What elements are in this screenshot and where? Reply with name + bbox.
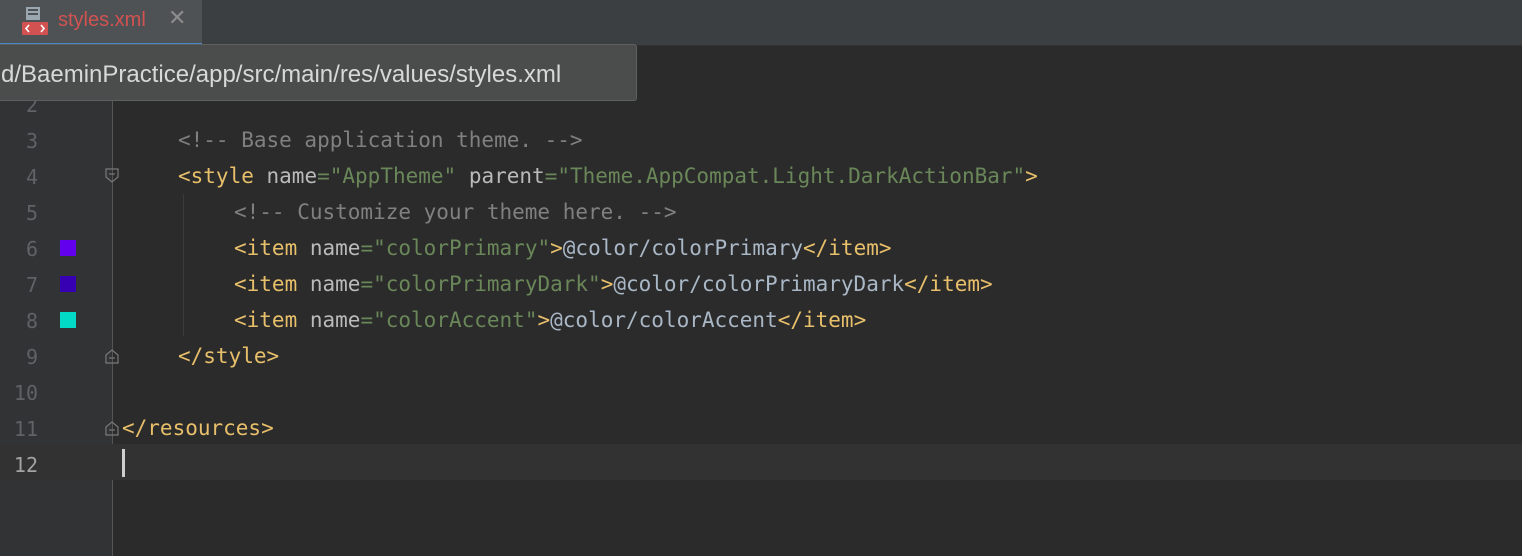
code-text: <!-- Customize your theme here. --> (234, 200, 677, 224)
xml-tag: <item (234, 272, 298, 296)
color-swatch-icon[interactable] (60, 240, 76, 256)
editor-tab-bar: styles.xml ✕ (0, 0, 1522, 46)
line-number: 4 (25, 165, 38, 189)
xml-attr: name (309, 272, 361, 296)
fold-close-icon[interactable] (105, 420, 119, 436)
xml-tag: </resources> (122, 416, 274, 440)
xml-eq: = (544, 164, 558, 188)
line-number: 12 (13, 453, 38, 477)
xml-tag: <style (178, 164, 254, 188)
line-number: 8 (25, 309, 38, 333)
line-number: 9 (25, 345, 38, 369)
code-line[interactable]: 11 </resources> (0, 410, 1522, 446)
xml-attr: name (309, 308, 361, 332)
xml-file-icon (20, 5, 50, 37)
code-line[interactable]: 7 <item name="colorPrimaryDark">@color/c… (0, 266, 1522, 302)
code-line[interactable]: 5 <!-- Customize your theme here. --> (0, 194, 1522, 230)
line-number: 5 (25, 201, 38, 225)
code-line[interactable]: 12 (0, 446, 1522, 482)
line-number: 3 (25, 129, 38, 153)
code-text: <item name="colorPrimary">@color/colorPr… (234, 236, 892, 260)
text-caret (122, 449, 125, 477)
xml-tag: </style> (178, 344, 280, 368)
code-text: </style> (178, 344, 279, 368)
code-line[interactable]: 3 <!-- Base application theme. --> (0, 122, 1522, 158)
tab-styles-xml[interactable]: styles.xml ✕ (0, 0, 202, 46)
xml-attr: parent (468, 164, 545, 188)
code-line[interactable]: 10 (0, 374, 1522, 410)
xml-eq: = (360, 272, 374, 296)
tab-label: styles.xml (58, 9, 146, 31)
code-line[interactable]: 4 <style name="AppTheme" parent="Theme.A… (0, 158, 1522, 194)
xml-text: @color/colorPrimaryDark (613, 272, 905, 296)
xml-tag: > (1025, 164, 1038, 188)
color-swatch-icon[interactable] (60, 312, 76, 328)
xml-comment: <!-- Customize your theme here. --> (234, 200, 677, 224)
line-number: 10 (13, 381, 38, 405)
code-line[interactable]: 8 <item name="colorAccent">@color/colorA… (0, 302, 1522, 338)
close-icon[interactable]: ✕ (168, 6, 186, 31)
xml-text: @color/colorAccent (550, 308, 778, 332)
code-text: <style name="AppTheme" parent="Theme.App… (178, 164, 1038, 188)
xml-text: @color/colorPrimary (562, 236, 803, 260)
xml-tag: > (600, 272, 614, 296)
line-number: 6 (25, 237, 38, 261)
xml-tag: <item (234, 308, 298, 332)
xml-value: "colorAccent" (373, 308, 538, 332)
xml-tag: </item> (777, 308, 867, 332)
code-line[interactable]: 6 <item name="colorPrimary">@color/color… (0, 230, 1522, 266)
xml-eq: = (317, 164, 330, 188)
xml-comment: <!-- Base application theme. --> (178, 128, 583, 152)
xml-attr: name (309, 236, 361, 260)
xml-tag: > (550, 236, 563, 260)
xml-value: "colorPrimaryDark" (373, 272, 601, 296)
xml-tag: <item (234, 236, 298, 260)
code-text: <item name="colorPrimaryDark">@color/col… (234, 272, 993, 296)
xml-eq: = (360, 308, 374, 332)
file-path-tooltip: d/BaeminPractice/app/src/main/res/values… (0, 44, 637, 101)
fold-close-icon[interactable] (105, 348, 119, 364)
xml-value: "Theme.AppCompat.Light.DarkActionBar" (557, 164, 1026, 188)
color-swatch-icon[interactable] (60, 276, 76, 292)
code-line[interactable]: 9 </style> (0, 338, 1522, 374)
tooltip-path: d/BaeminPractice/app/src/main/res/values… (1, 61, 562, 88)
xml-eq: = (360, 236, 374, 260)
xml-tag: </item> (904, 272, 993, 296)
code-text: <!-- Base application theme. --> (178, 128, 583, 152)
line-number: 11 (13, 417, 38, 441)
line-number: 7 (25, 273, 38, 297)
xml-attr: name (266, 164, 318, 188)
xml-value: "AppTheme" (329, 164, 457, 188)
code-text: </resources> (122, 416, 274, 440)
fold-open-icon[interactable] (105, 168, 119, 184)
xml-tag: > (537, 308, 551, 332)
xml-tag: </item> (803, 236, 892, 260)
code-text: <item name="colorAccent">@color/colorAcc… (234, 308, 866, 332)
xml-value: "colorPrimary" (373, 236, 551, 260)
